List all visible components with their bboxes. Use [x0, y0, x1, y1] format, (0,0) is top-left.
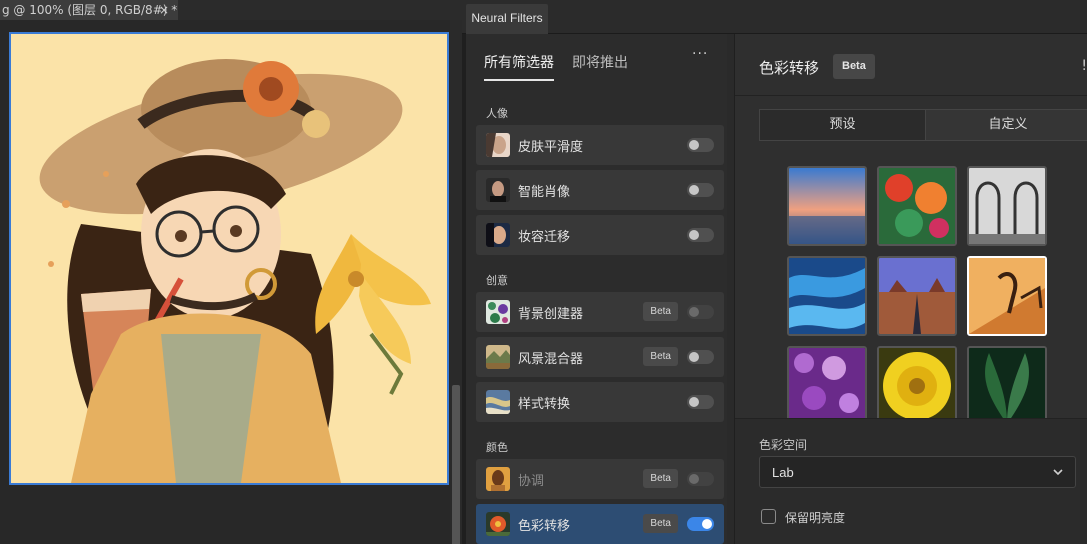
more-options-icon[interactable]: ···: [692, 46, 708, 62]
close-icon[interactable]: ×: [159, 0, 169, 20]
background-creator-thumbnail: [486, 300, 510, 324]
smart-portrait-thumbnail: [486, 178, 510, 202]
detail-title: 色彩转移: [759, 59, 820, 77]
style-transfer-thumbnail: [486, 390, 510, 414]
filter-item-harmonization[interactable]: 协调 Beta: [476, 459, 724, 499]
beta-badge: Beta: [643, 514, 678, 533]
harmonization-thumbnail: [486, 467, 510, 491]
tab-bar-background: [178, 0, 462, 20]
preset-thumbnail[interactable]: [967, 346, 1047, 418]
filter-toggle[interactable]: [687, 183, 714, 197]
filter-name: 智能肖像: [518, 185, 571, 200]
filter-name: 背景创建器: [518, 307, 584, 322]
filter-item-landscape-mixer[interactable]: 风景混合器 Beta: [476, 337, 724, 377]
color-transfer-thumbnail: [486, 512, 510, 536]
filter-list-scrollbar[interactable]: [727, 34, 734, 544]
filter-toggle[interactable]: [687, 350, 714, 364]
filter-item-smart-portrait[interactable]: 智能肖像: [476, 170, 724, 210]
chevron-down-icon: [1053, 469, 1063, 476]
filter-item-color-transfer[interactable]: 色彩转移 Beta: [476, 504, 724, 544]
filter-name: 协调: [518, 474, 545, 489]
filter-name: 妆容迁移: [518, 230, 571, 245]
filter-item-background-creator[interactable]: 背景创建器 Beta: [476, 292, 724, 332]
makeup-transfer-thumbnail: [486, 223, 510, 247]
options-section: 色彩空间 Lab 保留明亮度: [735, 418, 1087, 544]
beta-badge: Beta: [643, 302, 678, 321]
tab-custom[interactable]: 自定义: [925, 110, 1087, 140]
preset-thumbnail[interactable]: [787, 256, 867, 336]
filter-toggle[interactable]: [687, 305, 714, 319]
preset-grid: [787, 166, 1057, 418]
document-tab-title: g @ 100% (图层 0, RGB/8#) *: [2, 3, 178, 17]
preset-mode-toggle: 预设 自定义: [759, 109, 1087, 141]
preset-thumbnail[interactable]: [877, 166, 957, 246]
document-scrollbar[interactable]: [450, 20, 462, 544]
filter-item-makeup-transfer[interactable]: 妆容迁移: [476, 215, 724, 255]
color-space-value: Lab: [772, 465, 794, 480]
tab-all-filters[interactable]: 所有筛选器: [484, 52, 554, 81]
filter-item-skin-smoothing[interactable]: 皮肤平滑度: [476, 125, 724, 165]
preserve-luminance-checkbox[interactable]: [761, 509, 776, 524]
preserve-luminance-option[interactable]: 保留明亮度: [759, 507, 959, 527]
filter-toggle[interactable]: [687, 228, 714, 242]
beta-badge: Beta: [643, 347, 678, 366]
tab-preset[interactable]: 预设: [760, 110, 925, 140]
preset-thumbnail[interactable]: [787, 166, 867, 246]
section-label-color: 颜色: [486, 441, 508, 454]
filter-toggle[interactable]: [687, 138, 714, 152]
filter-toggle[interactable]: [687, 517, 714, 531]
illustration-image: [11, 34, 447, 483]
preset-thumbnail-selected[interactable]: [967, 256, 1047, 336]
tab-coming-soon[interactable]: 即将推出: [572, 52, 628, 72]
landscape-mixer-thumbnail: [486, 345, 510, 369]
neural-filters-tab[interactable]: Neural Filters: [466, 4, 548, 34]
filter-name: 样式转换: [518, 397, 571, 412]
neural-filters-tabbar: Neural Filters: [462, 0, 1087, 34]
preserve-luminance-label: 保留明亮度: [785, 511, 846, 525]
section-label-portrait: 人像: [486, 107, 508, 120]
document-area: g @ 100% (图层 0, RGB/8#) * ×: [0, 0, 462, 544]
filter-name: 色彩转移: [518, 519, 571, 534]
preset-thumbnail[interactable]: [877, 346, 957, 418]
beta-badge: Beta: [643, 469, 678, 488]
detail-header: 色彩转移 Beta !: [735, 34, 1087, 96]
preset-thumbnail[interactable]: [877, 256, 957, 336]
preset-thumbnail[interactable]: [787, 346, 867, 418]
filter-name: 风景混合器: [518, 352, 584, 367]
filter-name: 皮肤平滑度: [518, 140, 584, 155]
color-space-select[interactable]: Lab: [759, 456, 1076, 488]
preset-thumbnail[interactable]: [967, 166, 1047, 246]
filter-list-header: 所有筛选器 即将推出 ···: [466, 34, 734, 96]
filter-detail-panel: 色彩转移 Beta ! 预设 自定义 色彩空间 Lab 保留明亮度: [735, 34, 1087, 544]
filter-list-panel: 所有筛选器 即将推出 ··· 人像 皮肤平滑度 智能肖像 妆容迁移 创意 背景创…: [466, 34, 734, 544]
info-icon[interactable]: !: [1081, 58, 1087, 74]
filter-toggle[interactable]: [687, 395, 714, 409]
skin-smoothing-thumbnail: [486, 133, 510, 157]
document-tab[interactable]: g @ 100% (图层 0, RGB/8#) * ×: [0, 0, 178, 20]
color-space-label: 色彩空间: [759, 438, 808, 452]
section-label-creative: 创意: [486, 274, 508, 287]
filter-toggle[interactable]: [687, 472, 714, 486]
beta-badge: Beta: [833, 54, 875, 79]
image-canvas[interactable]: [9, 32, 449, 485]
scrollbar-thumb[interactable]: [452, 385, 460, 544]
filter-item-style-transfer[interactable]: 样式转换: [476, 382, 724, 422]
